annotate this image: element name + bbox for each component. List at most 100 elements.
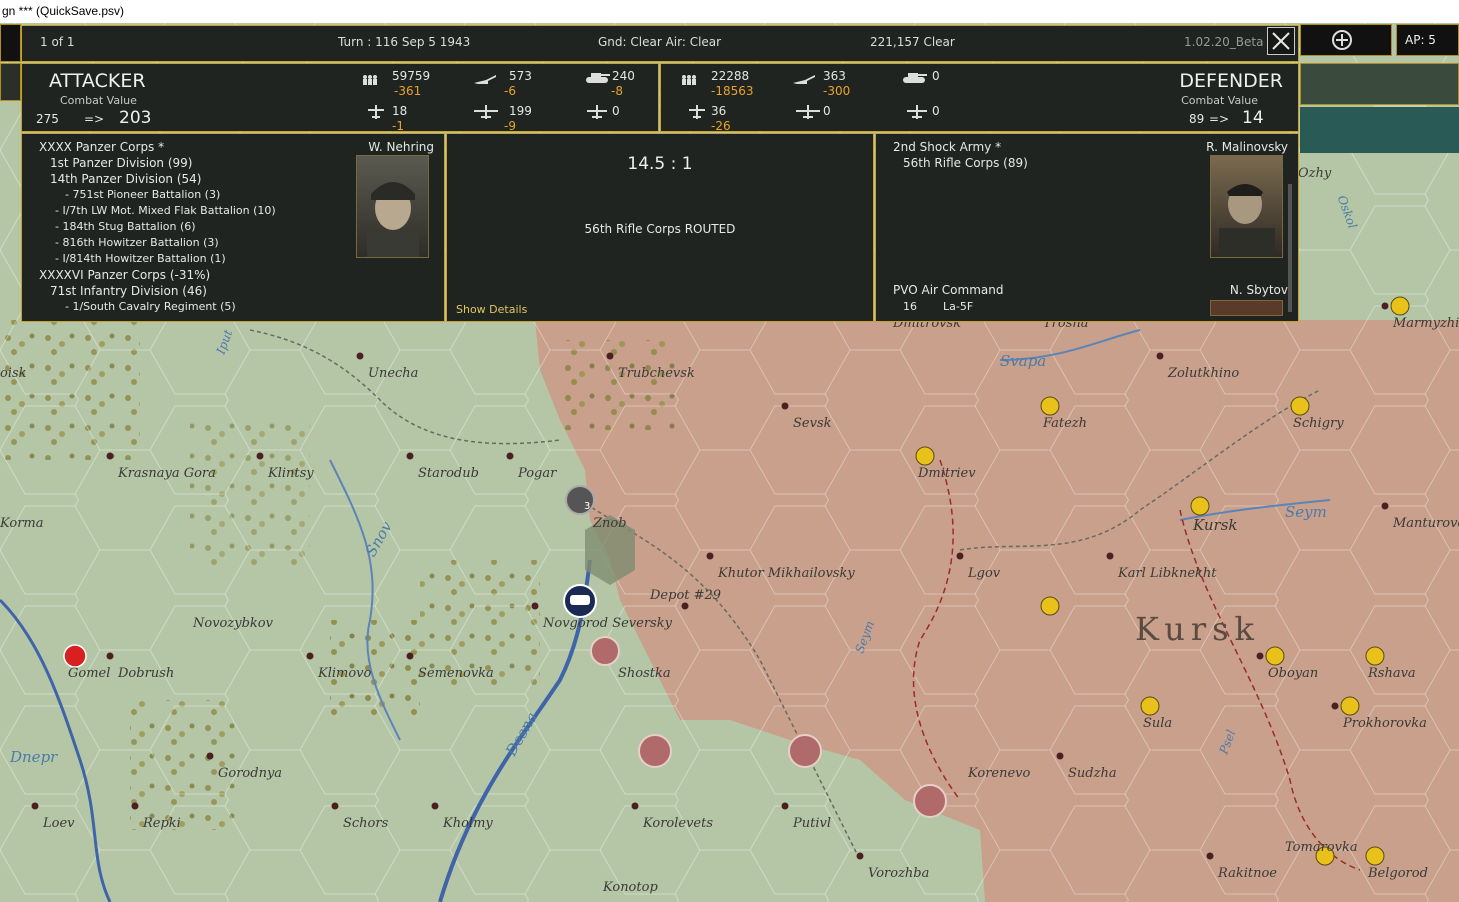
attacker-bombers-loss: -9 [504,119,516,133]
defender-afv: 0 [932,69,940,83]
town-label: Sudzha [1068,766,1117,781]
town-label: Shostka [618,666,671,681]
red-unit-marker [63,644,87,668]
air-unit-count: 16 [903,300,917,313]
unit-row[interactable]: - 816th Howitzer Battalion (3) [55,236,219,249]
cv-arrow: => [84,112,105,126]
attacker-summary: ATTACKER Combat Value 275 => 203 59759 -… [21,63,659,133]
unit-row[interactable]: - I/814th Howitzer Battalion (1) [55,252,226,265]
air-commander-name: N. Sbytov [1229,283,1288,297]
attacker-guns-loss: -6 [504,84,516,98]
scrollbar[interactable] [1288,184,1292,312]
town-label: Novgorod Seversky [543,616,672,631]
unit-row[interactable]: XXXX Panzer Corps * [39,140,164,154]
river-label: Dnepr [10,748,58,766]
show-details-link[interactable]: Show Details [456,303,527,316]
town-label: Dobrush [118,666,175,681]
air-command-name[interactable]: PVO Air Command [893,283,1003,297]
unit-row[interactable]: XXXXVI Panzer Corps (-31%) [39,268,210,282]
town-label: Trubchevsk [618,366,695,381]
window-title: gn *** (QuickSave.psv) [2,4,125,18]
defender-recon: 0 [932,104,940,118]
town-label: Semenovka [418,666,494,681]
town-label: Fatezh [1043,416,1088,431]
town-label: Konotop [603,880,658,895]
defender-title: DEFENDER [1179,70,1283,92]
town-label: Ozhy [1298,166,1332,181]
river-label: Seym [1285,503,1327,521]
air-unit-type: La-5F [943,300,974,313]
town-label: Marmyzhi [1393,316,1459,331]
unit-row[interactable]: - 751st Pioneer Battalion (3) [65,188,220,201]
defender-commander-portrait[interactable] [1210,155,1283,258]
defender-men: 22288 [711,69,750,83]
attacker-fighters: 18 [392,104,408,118]
defender-cv-label: Combat Value [1181,94,1258,107]
attacker-commander-name: W. Nehring [368,140,434,154]
town-label: Lgov [968,566,1001,581]
combat-odds: 14.5 : 1 [627,154,693,174]
unit-row[interactable]: - 1/South Cavalry Regiment (5) [65,300,236,313]
defender-guns-loss: -300 [823,84,851,98]
svg-text:3: 3 [584,501,590,512]
attacker-oob-panel: XXXX Panzer Corps * 1st Panzer Division … [21,133,445,322]
weather: Gnd: Clear Air: Clear [598,35,722,49]
town-label: Gomel [68,666,111,681]
unit-row[interactable]: - 184th Stug Battalion (6) [55,220,196,233]
town-label: Loev [43,816,75,831]
town-label: Kholmy [443,816,493,831]
attacker-commander-portrait[interactable] [356,155,429,258]
attacker-afv-loss: -8 [611,84,623,98]
attacker-cv-label: Combat Value [60,94,137,107]
town-label: Dmitriev [918,466,976,481]
town-label: Starodub [418,466,479,481]
defender-summary: 22288 -18563 363 -300 0 36 -26 0 0 DEFEN… [660,63,1299,133]
town-label: Klimovo [318,666,372,681]
attacker-title: ATTACKER [49,70,146,92]
attacker-guns: 573 [509,69,532,83]
unit-row[interactable]: 1st Panzer Division (99) [50,156,192,170]
cv-arrow: => [1209,112,1230,126]
air-commander-portrait[interactable] [1210,300,1283,316]
town-label: Novozybkov [193,616,273,631]
town-label: Schigry [1293,416,1344,431]
town-label: Rshava [1368,666,1416,681]
toolbar-icon-button[interactable] [1300,24,1392,56]
town-label: Manturovo [1393,516,1459,531]
recon-plane-icon [907,104,927,123]
town-label: Korma [0,516,44,531]
attacker-men-loss: -361 [394,84,422,98]
town-label: Zolutkhino [1168,366,1240,381]
aircraft-icon [1332,30,1352,50]
men-icon [362,70,378,89]
combat-result-panel: 14.5 : 1 56th Rifle Corps ROUTED Show De… [446,133,874,322]
fighter-icon [689,104,705,123]
attacker-bombers: 199 [509,104,532,118]
town-label: Oboyan [1268,666,1319,681]
unit-row[interactable]: 2nd Shock Army * [893,140,1001,154]
combat-result-message: 56th Rifle Corps ROUTED [584,222,736,236]
version: 1.02.20_Beta [1184,35,1264,49]
page-indicator: 1 of 1 [40,35,75,49]
unit-row[interactable]: 56th Rifle Corps (89) [903,156,1028,170]
town-label: Khutor Mikhailovsky [718,566,855,581]
town-label: Tomarovka [1285,840,1358,855]
close-button[interactable] [1267,27,1295,55]
region-label: Kursk [1135,610,1260,648]
unit-row[interactable]: 14th Panzer Division (54) [50,172,201,186]
toolbar-fragment-right [1300,63,1459,105]
fighter-icon [368,104,384,123]
clock-icon-fragment[interactable] [0,63,21,101]
toolbar-fragment-right [1300,107,1459,153]
town-label: Prokhorovka [1343,716,1427,731]
toolbar-fragment-left [0,24,21,62]
unit-row[interactable]: 71st Infantry Division (46) [50,284,207,298]
attacker-cv-after: 203 [119,108,152,128]
unit-row[interactable]: - I/7th LW Mot. Mixed Flak Battalion (10… [55,204,276,217]
attacker-afv: 240 [612,69,635,83]
town-label: Repki [143,816,181,831]
city-label: Kursk [1193,516,1238,534]
town-label: Rakitnoe [1218,866,1277,881]
turn-date: Turn : 116 Sep 5 1943 [338,35,471,49]
defender-guns: 363 [823,69,846,83]
